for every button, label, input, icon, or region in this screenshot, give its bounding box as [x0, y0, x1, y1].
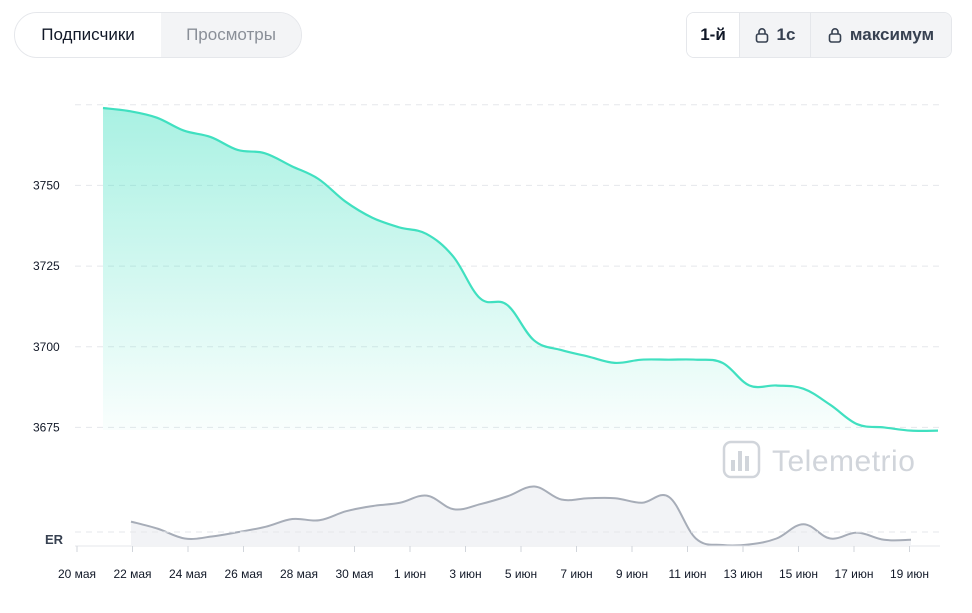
x-tick-label: 11 июн	[668, 567, 706, 581]
x-tick-label: 22 мая	[113, 567, 151, 581]
x-tick-label: 7 июн	[560, 567, 592, 581]
y-tick-label: 3725	[33, 259, 60, 273]
x-tick-label: 3 июн	[449, 567, 481, 581]
x-tick-label: 30 мая	[335, 567, 373, 581]
er-area	[131, 486, 911, 546]
x-axis: 20 мая 22 мая 24 мая 26 мая 28 мая 30 мая 1 ию…	[58, 546, 929, 581]
x-tick-label: 5 июн	[505, 567, 537, 581]
x-tick-label: 17 июн	[834, 567, 873, 581]
watermark-text: Telemetrio	[772, 445, 915, 478]
x-tick-label: 19 июн	[890, 567, 929, 581]
x-tick-label: 28 мая	[280, 567, 318, 581]
subscribers-area	[103, 108, 938, 431]
x-tick-label: 15 июн	[779, 567, 818, 581]
y-axis: 3675 3700 3725 3750	[33, 178, 60, 434]
bar-chart-icon	[722, 440, 761, 479]
x-tick-label: 20 мая	[58, 567, 96, 581]
y-tick-label: 3750	[33, 178, 60, 192]
subscribers-chart: 3675 3700 3725 3750 Telemetrio ER 20 мая 22 …	[33, 104, 940, 581]
y-tick-label: 3675	[33, 420, 60, 434]
x-tick-label: 24 мая	[169, 567, 207, 581]
y-tick-label: 3700	[33, 340, 60, 354]
er-label: ER	[45, 532, 64, 547]
x-tick-label: 9 июн	[616, 567, 648, 581]
x-tick-label: 13 июн	[723, 567, 762, 581]
watermark: Telemetrio	[722, 440, 915, 479]
x-tick-label: 1 июн	[394, 567, 426, 581]
x-tick-label: 26 мая	[224, 567, 262, 581]
